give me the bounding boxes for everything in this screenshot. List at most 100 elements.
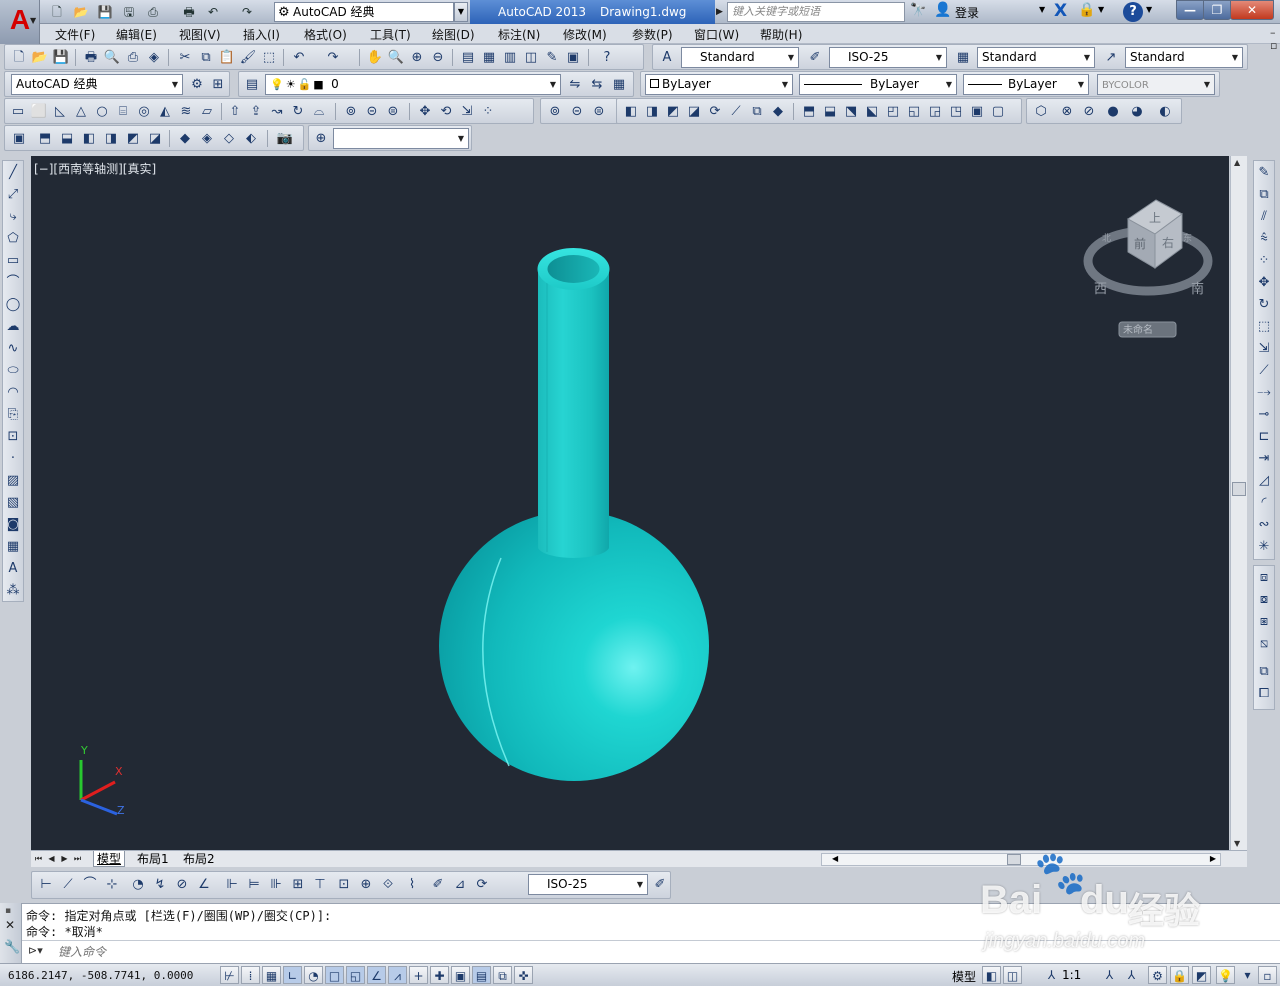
baseline-dim-icon[interactable]: ⊨ xyxy=(244,875,264,894)
paste-icon[interactable]: 📋 xyxy=(217,48,237,67)
search-expand-icon[interactable]: ▶ xyxy=(716,2,726,22)
move-icon[interactable]: ✥ xyxy=(1254,273,1274,293)
rectangle-icon[interactable]: ▭ xyxy=(3,251,23,271)
first-tab-icon[interactable]: ⏮ xyxy=(33,852,44,865)
sw-iso-icon[interactable]: ◆ xyxy=(175,129,195,148)
rotate-icon[interactable]: ↻ xyxy=(1254,295,1274,315)
annotation-scale-icon[interactable]: ⅄ xyxy=(1042,966,1061,984)
last-tab-icon[interactable]: ⏭ xyxy=(72,852,83,865)
workspace-dropdown-arrow[interactable]: ▼ xyxy=(454,2,468,22)
annotation-visibility-icon[interactable]: ⅄ xyxy=(1100,966,1119,984)
coordinates-display[interactable]: 6186.2147, -508.7741, 0.0000 xyxy=(8,969,193,982)
zoom-realtime-icon[interactable]: 🔍 xyxy=(386,48,406,67)
make-current-layer-icon[interactable]: ⇋ xyxy=(565,75,585,94)
document-window-controls[interactable]: –▫× xyxy=(1270,26,1280,52)
3d-object-snap-icon[interactable]: ◱ xyxy=(346,966,365,984)
wireframe-icon[interactable]: ⊗ xyxy=(1057,102,1077,121)
conceptual-icon[interactable]: ◕ xyxy=(1127,102,1147,121)
clean-screen-icon[interactable]: ▫ xyxy=(1258,966,1277,984)
bottom-view-icon[interactable]: ⬓ xyxy=(57,129,77,148)
arc-length-icon[interactable]: ⌒ xyxy=(80,875,100,894)
subtract-icon[interactable]: ⊝ xyxy=(362,102,382,121)
offset-faces-icon[interactable]: ◩ xyxy=(663,102,683,121)
drawing-viewport[interactable]: 上 前 右 西 南 北 东 未命名 Y X Z xyxy=(31,156,1229,850)
clean-icon[interactable]: ⬕ xyxy=(862,102,882,121)
revolve-icon[interactable]: ↻ xyxy=(288,102,308,121)
hidden-icon[interactable]: ⊘ xyxy=(1079,102,1099,121)
compass-south-label[interactable]: 南 xyxy=(1191,281,1204,297)
layer-state-icon[interactable]: ▦ xyxy=(609,75,629,94)
explode-icon[interactable]: ✳ xyxy=(1254,537,1274,557)
scroll-thumb[interactable] xyxy=(1232,482,1246,496)
flask-neck[interactable] xyxy=(538,269,609,559)
login-link[interactable]: 登录 xyxy=(955,4,979,21)
grid-display-icon[interactable]: ▦ xyxy=(262,966,281,984)
zoom-previous-icon[interactable]: ⊖ xyxy=(428,48,448,67)
command-prompt-icon[interactable]: ⊳▾ xyxy=(28,944,43,957)
scroll-left-icon[interactable]: ◀ xyxy=(832,854,838,863)
copy-edges-icon[interactable]: ⬒ xyxy=(799,102,819,121)
dim-style-select[interactable]: ISO-25 ▼ xyxy=(829,47,947,68)
multiline-text-icon[interactable]: A xyxy=(3,559,23,579)
close-icon[interactable]: ✕ xyxy=(5,918,15,932)
layer-select[interactable]: 💡☀🔓■ 0 ▼ xyxy=(265,74,561,95)
cut-icon[interactable]: ✂ xyxy=(175,48,195,67)
tab-layout2[interactable]: 布局2 xyxy=(180,851,218,867)
scroll-up-icon[interactable]: ▲ xyxy=(1234,158,1240,167)
trim-icon[interactable]: ⟋ xyxy=(1254,361,1274,381)
workspace-settings-icon[interactable]: ⚙ xyxy=(187,75,207,94)
annotation-monitor-icon[interactable]: ✜ xyxy=(514,966,533,984)
prev-tab-icon[interactable]: ◀ xyxy=(46,852,57,865)
minimize-button[interactable]: — xyxy=(1176,0,1204,20)
dim-edit-icon[interactable]: ✐ xyxy=(428,875,448,894)
polygon-icon[interactable]: ⬠ xyxy=(3,229,23,249)
menu-draw[interactable]: 绘图(D) xyxy=(432,26,475,43)
publish-icon[interactable]: ⎙ xyxy=(123,48,143,67)
model-space-label[interactable]: 模型 xyxy=(952,968,976,985)
named-ucs-select[interactable]: ▼ xyxy=(333,128,469,149)
region-icon[interactable]: ◙ xyxy=(3,515,23,535)
annotation-front-icon[interactable]: ⧠ xyxy=(1254,684,1274,704)
radius-dim-icon[interactable]: ◔ xyxy=(128,875,148,894)
dim-style-icon[interactable]: ✐ xyxy=(650,875,670,894)
planar-surface-icon[interactable]: ▱ xyxy=(197,102,217,121)
back-view-icon[interactable]: ◪ xyxy=(145,129,165,148)
make-block-icon[interactable]: ⊡ xyxy=(3,427,23,447)
sphere-icon[interactable]: ○ xyxy=(92,102,112,121)
save-as-icon[interactable]: 🖫 xyxy=(120,3,138,21)
zoom-window-icon[interactable]: ⊕ xyxy=(407,48,427,67)
pyramid-icon[interactable]: ◭ xyxy=(155,102,175,121)
scroll-down-icon[interactable]: ▼ xyxy=(1234,839,1240,848)
quick-properties-icon[interactable]: ▤ xyxy=(472,966,491,984)
intersect-icon[interactable]: ⊜ xyxy=(383,102,403,121)
torus-icon[interactable]: ◎ xyxy=(134,102,154,121)
diameter-dim-icon[interactable]: ⊘ xyxy=(172,875,192,894)
ordinate-dim-icon[interactable]: ⊹ xyxy=(102,875,122,894)
annotation-scale-value[interactable]: 1:1 xyxy=(1062,968,1081,982)
extrude-icon[interactable]: ⇧ xyxy=(225,102,245,121)
named-ucs-icon[interactable]: ⊕ xyxy=(311,129,331,148)
send-to-back-icon[interactable]: ⧇ xyxy=(1254,590,1274,610)
scale-icon[interactable]: ⬚ xyxy=(1254,317,1274,337)
camera-icon[interactable]: 📷 xyxy=(275,129,295,148)
break-at-point-icon[interactable]: ⊸ xyxy=(1254,405,1274,425)
intersect-icon[interactable]: ⊜ xyxy=(589,102,609,121)
array-icon[interactable]: ⁘ xyxy=(1254,251,1274,271)
3d-align-icon[interactable]: ⇲ xyxy=(457,102,477,121)
dim-style-select[interactable]: ISO-25 ▼ xyxy=(528,874,648,895)
menu-parametric[interactable]: 参数(P) xyxy=(632,26,673,43)
design-center-icon[interactable]: ▦ xyxy=(479,48,499,67)
loft-icon[interactable]: ⌓ xyxy=(309,102,329,121)
erase-icon[interactable]: ✎ xyxy=(1254,163,1274,183)
interfere-icon[interactable]: ▣ xyxy=(967,102,987,121)
3d-print-icon[interactable]: ◈ xyxy=(144,48,164,67)
redo-icon[interactable]: ↷ xyxy=(238,3,256,21)
color-edges-icon[interactable]: ⬓ xyxy=(820,102,840,121)
dynamic-input-icon[interactable]: + xyxy=(409,966,428,984)
lineweight-icon[interactable]: ✚ xyxy=(430,966,449,984)
wrench-icon[interactable]: 🔧 xyxy=(4,940,20,955)
3d-array-icon[interactable]: ⁘ xyxy=(478,102,498,121)
ellipse-arc-icon[interactable]: ◠ xyxy=(3,383,23,403)
save-icon[interactable]: 💾 xyxy=(51,48,71,67)
viewport-controls-label[interactable]: [−][西南等轴测][真实] xyxy=(34,160,156,177)
